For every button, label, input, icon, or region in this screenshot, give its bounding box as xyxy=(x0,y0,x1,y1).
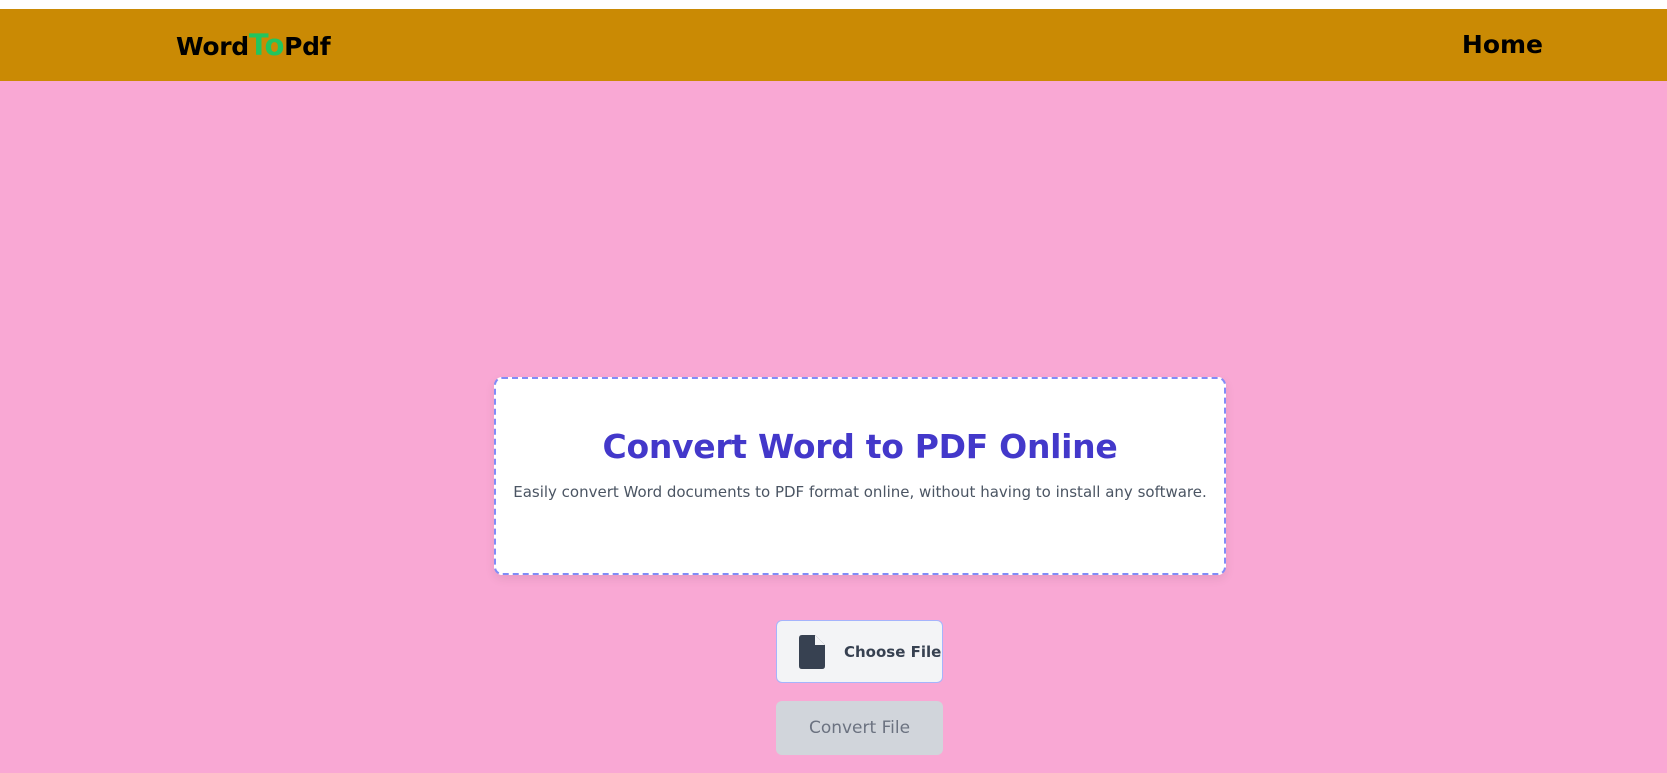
window-top-strip xyxy=(0,0,1667,9)
choose-file-label: Choose File xyxy=(844,642,942,661)
logo-to: To xyxy=(248,28,285,62)
logo-word: Word xyxy=(176,32,249,61)
site-logo[interactable]: WordToPdf xyxy=(176,28,331,63)
page-title: Convert Word to PDF Online xyxy=(602,427,1118,466)
file-icon xyxy=(799,634,825,669)
hero-card: Convert Word to PDF Online Easily conver… xyxy=(494,377,1226,575)
choose-file-button[interactable]: Choose File xyxy=(776,620,943,683)
page-subtitle: Easily convert Word documents to PDF for… xyxy=(513,483,1207,501)
nav-home-link[interactable]: Home xyxy=(1462,29,1543,61)
logo-pdf: Pdf xyxy=(284,32,331,61)
convert-file-button[interactable]: Convert File xyxy=(776,701,943,755)
navbar: WordToPdf Home xyxy=(0,9,1667,81)
